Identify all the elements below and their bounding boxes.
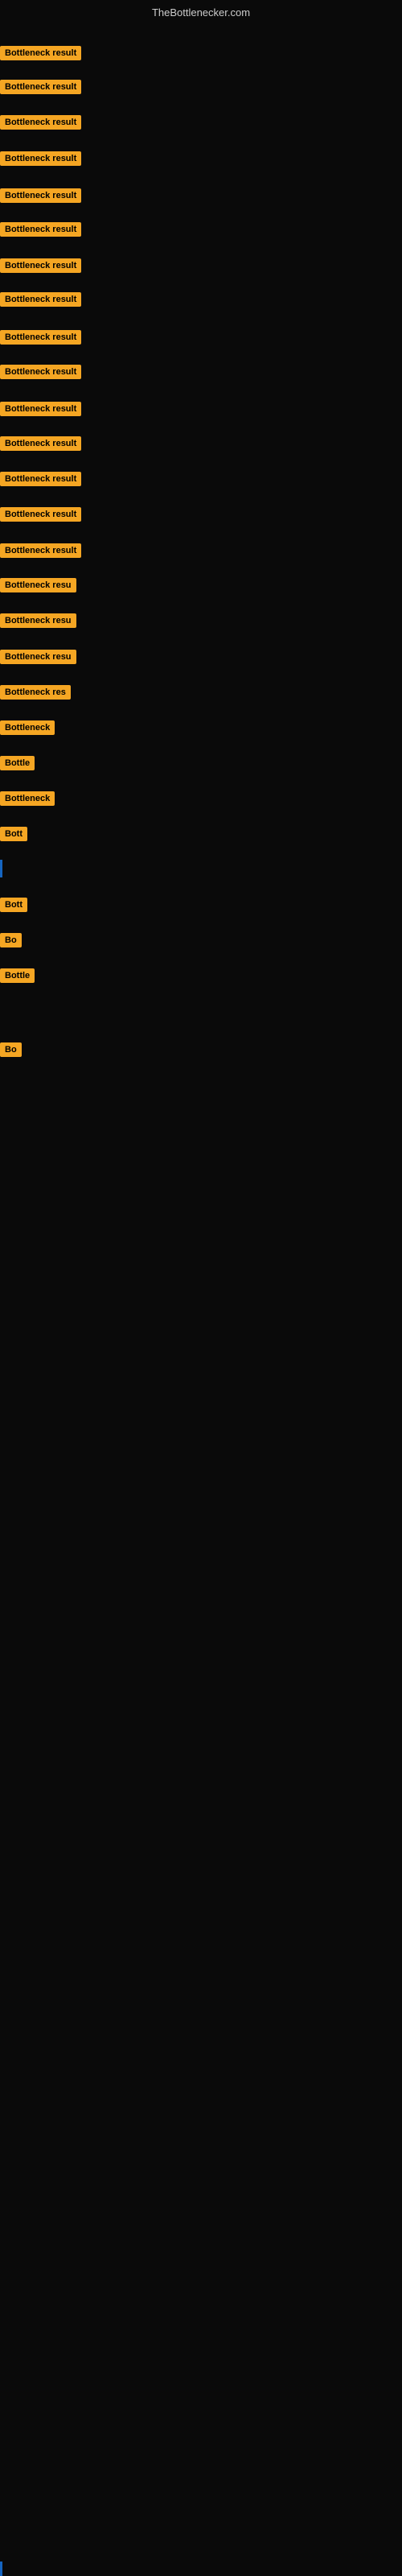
bottleneck-badge-9[interactable]: Bottleneck result [0, 330, 81, 345]
bottleneck-badge-14[interactable]: Bottleneck result [0, 507, 81, 522]
bottleneck-badge-12[interactable]: Bottleneck result [0, 436, 81, 451]
bottleneck-badge-16[interactable]: Bottleneck resu [0, 578, 76, 592]
bottleneck-badge-1[interactable]: Bottleneck result [0, 46, 81, 60]
bottleneck-badge-21[interactable]: Bottle [0, 756, 35, 770]
bottleneck-badge-20[interactable]: Bottleneck [0, 720, 55, 735]
blue-indicator-bar-1 [0, 860, 2, 877]
bottleneck-badge-11[interactable]: Bottleneck result [0, 402, 81, 416]
bottleneck-badge-19[interactable]: Bottleneck res [0, 685, 71, 700]
bottleneck-badge-5[interactable]: Bottleneck result [0, 188, 81, 203]
bottleneck-badge-6[interactable]: Bottleneck result [0, 222, 81, 237]
bottleneck-badge-10[interactable]: Bottleneck result [0, 365, 81, 379]
bottleneck-badge-3[interactable]: Bottleneck result [0, 115, 81, 130]
bottleneck-badge-25[interactable]: Bo [0, 933, 22, 947]
site-title: TheBottlenecker.com [152, 6, 250, 19]
bottleneck-badge-24[interactable]: Bott [0, 898, 27, 912]
bottleneck-badge-22[interactable]: Bottleneck [0, 791, 55, 806]
blue-indicator-bar-2 [0, 2562, 2, 2576]
bottleneck-badge-15[interactable]: Bottleneck result [0, 543, 81, 558]
bottleneck-badge-26[interactable]: Bottle [0, 968, 35, 983]
bottleneck-badge-7[interactable]: Bottleneck result [0, 258, 81, 273]
bottleneck-badge-2[interactable]: Bottleneck result [0, 80, 81, 94]
bottleneck-badge-13[interactable]: Bottleneck result [0, 472, 81, 486]
bottleneck-badge-27[interactable]: Bo [0, 1042, 22, 1057]
bottleneck-badge-18[interactable]: Bottleneck resu [0, 650, 76, 664]
bottleneck-badge-17[interactable]: Bottleneck resu [0, 613, 76, 628]
bottleneck-badge-23[interactable]: Bott [0, 827, 27, 841]
bottleneck-badge-4[interactable]: Bottleneck result [0, 151, 81, 166]
bottleneck-badge-8[interactable]: Bottleneck result [0, 292, 81, 307]
